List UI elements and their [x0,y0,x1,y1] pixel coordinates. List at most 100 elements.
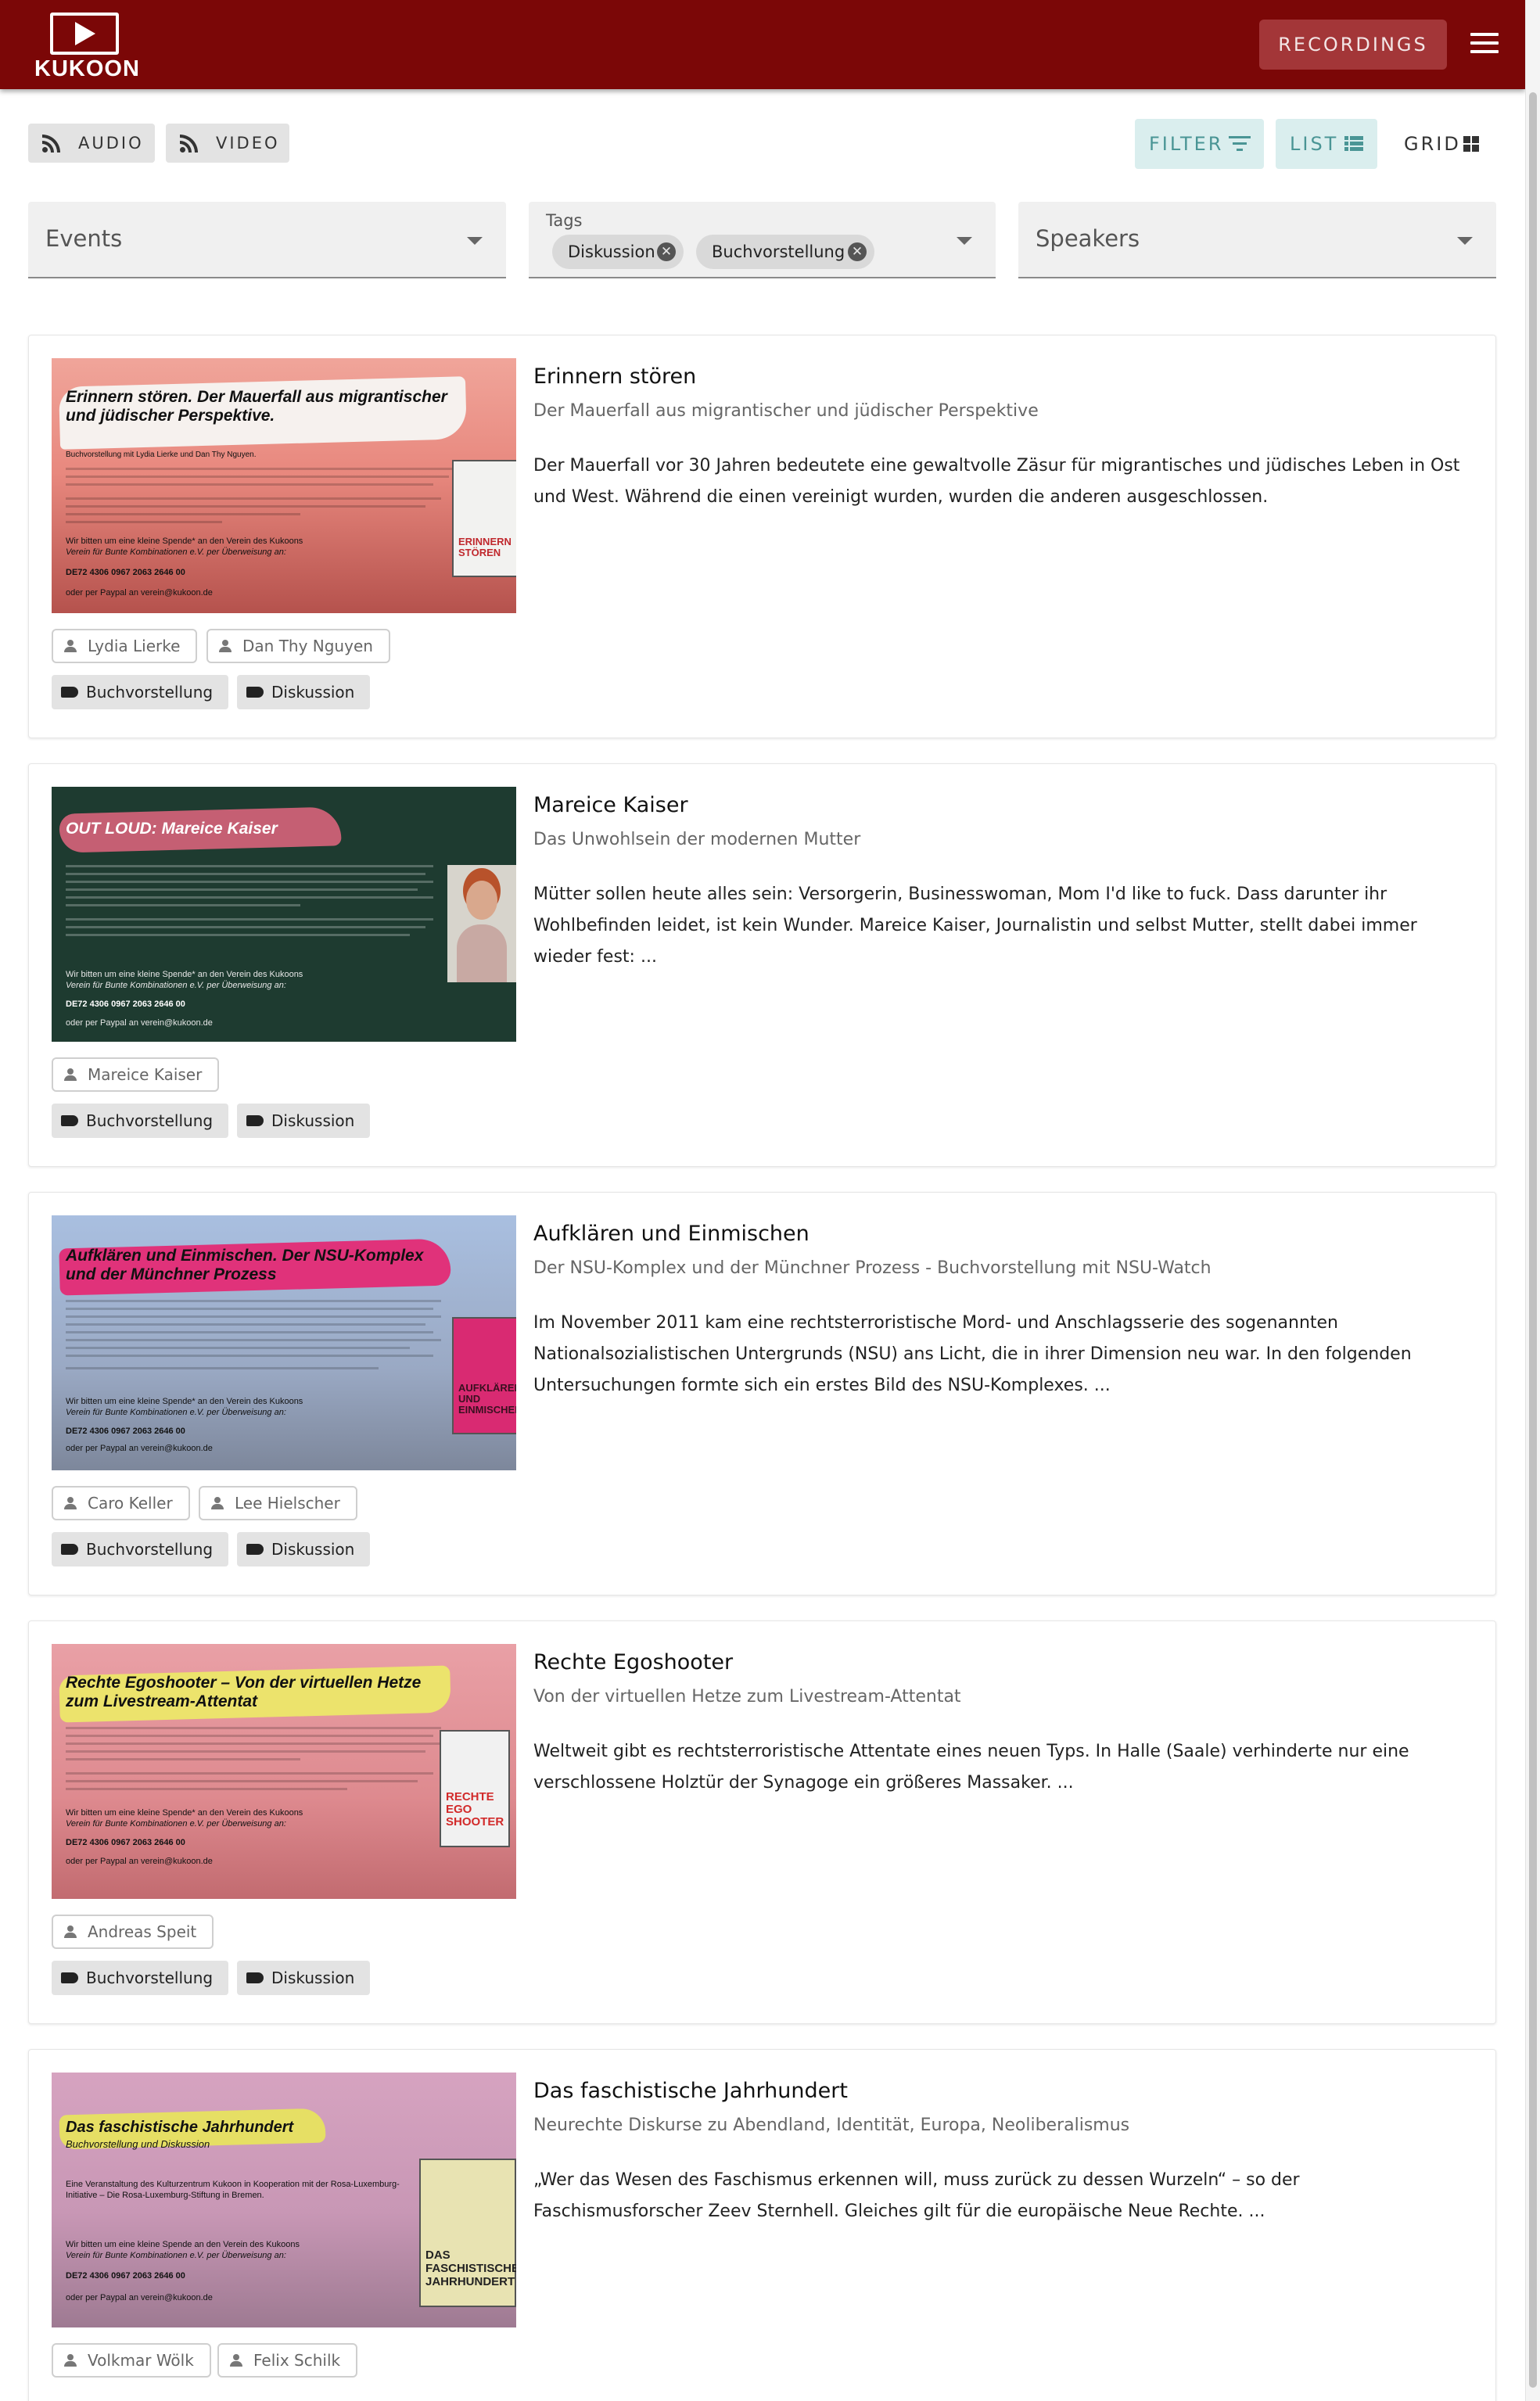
book-cover-image: RECHTE EGO SHOOTER [440,1730,510,1847]
poster-paypal: oder per Paypal an verein@kukoon.de [66,2293,213,2302]
speaker-chip[interactable]: Volkmar Wölk [52,2343,211,2378]
tag-chip-label: Buchvorstellung [712,242,845,261]
poster-donation: Wir bitten um eine kleine Spende* an den… [66,970,303,979]
events-select[interactable]: Events [28,202,506,278]
speaker-chip[interactable]: Dan Thy Nguyen [206,629,390,663]
poster-iban: DE72 4306 0967 2063 2646 00 [66,2271,185,2281]
list-view-button[interactable]: LIST [1276,119,1377,169]
person-icon [64,1925,77,1938]
card-description: Mütter sollen heute alles sein: Versorge… [533,885,1417,967]
speakers-select[interactable]: Speakers [1018,202,1496,278]
speaker-chip[interactable]: Felix Schilk [217,2343,358,2378]
card-description: Der Mauerfall vor 30 Jahren bedeutete ei… [533,456,1460,507]
kukoon-logo[interactable]: KUKOON [34,13,140,81]
video-feed-button[interactable]: VIDEO [166,124,289,163]
recording-card[interactable]: Rechte Egoshooter – Von der virtuellen H… [28,1620,1496,2024]
dropdown-arrow-icon [957,237,972,245]
card-title[interactable]: Aufklären und Einmischen [533,1222,809,1246]
speaker-chip[interactable]: Andreas Speit [52,1915,214,1949]
card-title[interactable]: Das faschistische Jahrhundert [533,2079,848,2103]
event-poster-image[interactable]: Rechte Egoshooter – Von der virtuellen H… [52,1644,516,1899]
recording-card[interactable]: Erinnern stören. Der Mauerfall aus migra… [28,335,1496,738]
recordings-button[interactable]: RECORDINGS [1259,20,1447,70]
event-poster-image[interactable]: Erinnern stören. Der Mauerfall aus migra… [52,358,516,613]
label-icon [61,1972,78,1983]
remove-tag-icon[interactable]: ✕ [848,242,867,261]
speaker-chip[interactable]: Lee Hielscher [199,1486,357,1520]
person-icon [211,1497,224,1509]
card-description: „Wer das Wesen des Faschismus erkennen w… [533,2170,1300,2221]
rss-icon [180,134,199,153]
poster-donation: Wir bitten um eine kleine Spende* an den… [66,1808,303,1818]
poster-intro: Buchvorstellung mit Lydia Lierke und Dan… [66,450,257,459]
event-poster-image[interactable]: OUT LOUD: Mareice Kaiser Wir bitten um e… [52,787,516,1042]
play-icon [50,13,119,55]
tag-badge[interactable]: Buchvorstellung [52,1104,229,1138]
grid-label: GRID [1404,133,1461,155]
grid-view-button[interactable]: GRID [1390,119,1492,169]
remove-tag-icon[interactable]: ✕ [657,242,676,261]
audio-feed-button[interactable]: AUDIO [28,124,155,163]
poster-paypal: oder per Paypal an verein@kukoon.de [66,1018,213,1028]
page-scrollbar[interactable] [1525,0,1540,2401]
tag-chip-label: Diskussion [568,242,655,261]
tag-chip-buchvorstellung[interactable]: Buchvorstellung ✕ [696,235,874,269]
tag-badge[interactable]: Diskussion [237,1961,371,1995]
card-subtitle: Das Unwohlsein der modernen Mutter [533,830,861,849]
scrollbar-thumb[interactable] [1529,92,1537,2388]
poster-donation: Wir bitten um eine kleine Spende an den … [66,2240,300,2249]
card-subtitle: Von der virtuellen Hetze zum Livestream-… [533,1687,961,1707]
tag-badge[interactable]: Diskussion [237,675,371,709]
card-description: Im November 2011 kam eine rechtsterroris… [533,1313,1412,1395]
speakers-placeholder: Speakers [1036,225,1140,252]
poster-headline: Das faschistische Jahrhundert [66,2119,294,2136]
list-label: LIST [1290,133,1339,155]
poster-headline: Erinnern stören. Der Mauerfall aus migra… [66,388,447,425]
poster-donation-line2: Verein für Bunte Kombinationen e.V. per … [66,981,286,990]
book-cover-image: DAS FASCHISTISCHE JAHRHUNDERT [419,2159,516,2307]
audio-feed-label: AUDIO [78,134,144,153]
card-title[interactable]: Rechte Egoshooter [533,1650,733,1674]
tag-badge[interactable]: Diskussion [237,1104,371,1138]
poster-iban: DE72 4306 0967 2063 2646 00 [66,1427,185,1436]
recording-card[interactable]: Das faschistische Jahrhundert Buchvorste… [28,2049,1496,2401]
poster-donation: Wir bitten um eine kleine Spende* an den… [66,1397,303,1406]
label-icon [246,1972,264,1983]
tag-badge[interactable]: Buchvorstellung [52,1532,229,1567]
app-bar: KUKOON RECORDINGS [0,0,1525,89]
filter-button[interactable]: FILTER [1135,119,1264,169]
label-icon [246,1544,264,1555]
tags-field-label: Tags [546,211,583,230]
speaker-chip[interactable]: Caro Keller [52,1486,190,1520]
person-icon [230,2354,242,2367]
label-icon [61,687,78,698]
label-icon [246,687,264,698]
tag-badge[interactable]: Buchvorstellung [52,1961,229,1995]
card-title[interactable]: Erinnern stören [533,364,696,389]
poster-headline: OUT LOUD: Mareice Kaiser [66,820,278,838]
card-title[interactable]: Mareice Kaiser [533,793,688,817]
speaker-chip[interactable]: Lydia Lierke [52,629,198,663]
tag-chip-diskussion[interactable]: Diskussion ✕ [552,235,684,269]
card-subtitle: Der Mauerfall aus migrantischer und jüdi… [533,401,1039,421]
card-subtitle: Neurechte Diskurse zu Abendland, Identit… [533,2116,1130,2135]
event-poster-image[interactable]: Aufklären und Einmischen. Der NSU-Komple… [52,1215,516,1470]
person-icon [64,1497,77,1509]
book-cover-image: AUFKLÄREN UND EINMISCHEN [452,1317,516,1434]
recording-card[interactable]: Aufklären und Einmischen. Der NSU-Komple… [28,1192,1496,1595]
dropdown-arrow-icon [467,237,483,245]
person-icon [64,1068,77,1081]
poster-iban: DE72 4306 0967 2063 2646 00 [66,568,185,577]
hamburger-menu-icon[interactable] [1470,33,1499,56]
poster-headline: Aufklären und Einmischen. Der NSU-Komple… [66,1247,424,1283]
speaker-chip[interactable]: Mareice Kaiser [52,1057,220,1092]
tag-badge[interactable]: Diskussion [237,1532,371,1567]
label-icon [61,1115,78,1126]
poster-paypal: oder per Paypal an verein@kukoon.de [66,1444,213,1453]
recording-card[interactable]: OUT LOUD: Mareice Kaiser Wir bitten um e… [28,763,1496,1167]
dropdown-arrow-icon [1457,237,1473,245]
event-poster-image[interactable]: Das faschistische Jahrhundert Buchvorste… [52,2073,516,2327]
tag-badge[interactable]: Buchvorstellung [52,675,229,709]
tags-select[interactable]: Tags Diskussion ✕ Buchvorstellung ✕ [529,202,996,278]
logo-text: KUKOON [34,56,140,81]
